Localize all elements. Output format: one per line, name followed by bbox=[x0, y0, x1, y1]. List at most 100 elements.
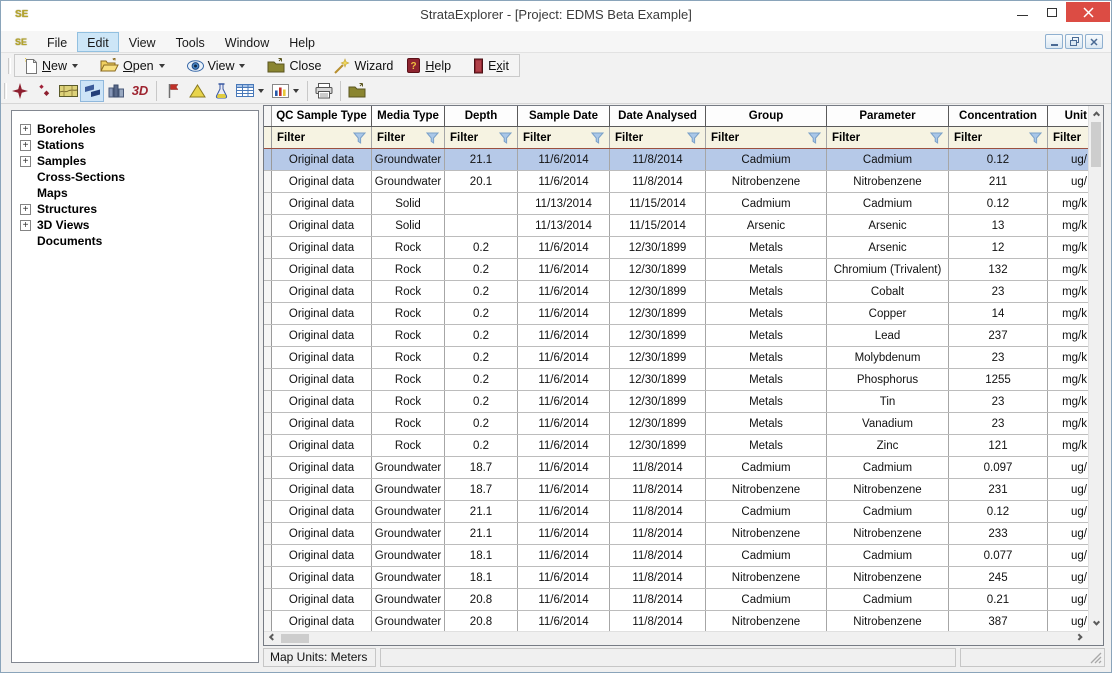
table-row[interactable]: Original dataGroundwater18.111/6/201411/… bbox=[264, 545, 1088, 567]
table-row[interactable]: Original dataRock0.211/6/201412/30/1899M… bbox=[264, 325, 1088, 347]
filter-cell-group[interactable]: Filter bbox=[706, 127, 827, 148]
vertical-scroll-thumb[interactable] bbox=[1091, 122, 1101, 167]
table-row[interactable]: Original dataSolid11/13/201411/15/2014Ar… bbox=[264, 215, 1088, 237]
table-row[interactable]: Original dataGroundwater21.111/6/201411/… bbox=[264, 501, 1088, 523]
table-row[interactable]: Original dataGroundwater20.811/6/201411/… bbox=[264, 611, 1088, 631]
chart-button[interactable] bbox=[268, 80, 292, 102]
filter-funnel-icon[interactable] bbox=[499, 132, 512, 144]
filter-cell-qc-sample-type[interactable]: Filter bbox=[272, 127, 372, 148]
folder-button[interactable] bbox=[345, 80, 369, 102]
data-table-button[interactable] bbox=[233, 80, 257, 102]
view-button[interactable]: View bbox=[181, 57, 252, 75]
filter-cell-concentration[interactable]: Filter bbox=[949, 127, 1048, 148]
maximize-button[interactable] bbox=[1037, 2, 1066, 22]
toolbar-grip[interactable] bbox=[4, 83, 7, 99]
table-row[interactable]: Original dataGroundwater18.711/6/201411/… bbox=[264, 457, 1088, 479]
filter-funnel-icon[interactable] bbox=[426, 132, 439, 144]
triangle-button[interactable] bbox=[185, 80, 209, 102]
expand-plus-icon[interactable]: + bbox=[20, 124, 31, 135]
table-row[interactable]: Original dataGroundwater20.811/6/201411/… bbox=[264, 589, 1088, 611]
table-row[interactable]: Original dataRock0.211/6/201412/30/1899M… bbox=[264, 391, 1088, 413]
horizontal-scrollbar[interactable] bbox=[264, 631, 1088, 645]
filter-funnel-icon[interactable] bbox=[591, 132, 604, 144]
sidebar-item-documents[interactable]: Documents bbox=[12, 233, 258, 249]
scroll-left-button[interactable] bbox=[264, 632, 280, 645]
dropdown-arrow-icon[interactable] bbox=[258, 89, 264, 96]
open-button[interactable]: Open bbox=[94, 56, 171, 75]
sidebar-item-stations[interactable]: +Stations bbox=[12, 137, 258, 153]
column-header-depth[interactable]: Depth bbox=[445, 106, 518, 126]
mdi-restore-button[interactable] bbox=[1065, 34, 1083, 49]
sidebar-item-maps[interactable]: Maps bbox=[12, 185, 258, 201]
menu-view[interactable]: View bbox=[119, 32, 166, 52]
table-row[interactable]: Original dataRock0.211/6/201412/30/1899M… bbox=[264, 347, 1088, 369]
mdi-minimize-button[interactable] bbox=[1045, 34, 1063, 49]
table-row[interactable]: Original dataGroundwater20.111/6/201411/… bbox=[264, 171, 1088, 193]
filter-funnel-icon[interactable] bbox=[808, 132, 821, 144]
expand-plus-icon[interactable]: + bbox=[20, 156, 31, 167]
scroll-down-button[interactable] bbox=[1089, 616, 1103, 631]
scroll-up-button[interactable] bbox=[1089, 106, 1103, 121]
menu-window[interactable]: Window bbox=[215, 32, 279, 52]
scroll-right-button[interactable] bbox=[1072, 632, 1088, 645]
table-row[interactable]: Original dataGroundwater21.111/6/201411/… bbox=[264, 523, 1088, 545]
table-row[interactable]: Original dataRock0.211/6/201412/30/1899M… bbox=[264, 259, 1088, 281]
filter-cell-parameter[interactable]: Filter bbox=[827, 127, 949, 148]
map-button[interactable] bbox=[56, 80, 80, 102]
expand-plus-icon[interactable]: + bbox=[20, 220, 31, 231]
filter-cell-sample-date[interactable]: Filter bbox=[518, 127, 610, 148]
cross-section-button[interactable] bbox=[80, 80, 104, 102]
structures-button[interactable] bbox=[104, 80, 128, 102]
expand-plus-icon[interactable]: + bbox=[20, 140, 31, 151]
flag-button[interactable] bbox=[161, 80, 185, 102]
table-row[interactable]: Original dataSolid11/13/201411/15/2014Ca… bbox=[264, 193, 1088, 215]
filter-cell-depth[interactable]: Filter bbox=[445, 127, 518, 148]
print-button[interactable] bbox=[312, 80, 336, 102]
column-header-qc-sample-type[interactable]: QC Sample Type bbox=[272, 106, 372, 126]
filter-cell-date-analysed[interactable]: Filter bbox=[610, 127, 706, 148]
table-row[interactable]: Original dataRock0.211/6/201412/30/1899M… bbox=[264, 435, 1088, 457]
column-header-media-type[interactable]: Media Type bbox=[372, 106, 445, 126]
dropdown-arrow-icon[interactable] bbox=[293, 89, 299, 96]
filter-funnel-icon[interactable] bbox=[687, 132, 700, 144]
menu-file[interactable]: File bbox=[37, 32, 77, 52]
close-button[interactable] bbox=[1066, 2, 1110, 22]
menu-edit[interactable]: Edit bbox=[77, 32, 119, 52]
table-row[interactable]: Original dataRock0.211/6/201412/30/1899M… bbox=[264, 303, 1088, 325]
filter-cell-unit[interactable]: Filter bbox=[1048, 127, 1088, 148]
flask-button[interactable] bbox=[209, 80, 233, 102]
toolbar-grip[interactable] bbox=[8, 58, 11, 74]
exit-button[interactable]: Exit bbox=[467, 56, 515, 76]
close-project-button[interactable]: Close bbox=[261, 56, 327, 75]
resize-grip-icon[interactable] bbox=[1090, 652, 1102, 664]
new-button[interactable]: New bbox=[19, 56, 84, 76]
table-row[interactable]: Original dataRock0.211/6/201412/30/1899M… bbox=[264, 237, 1088, 259]
table-row[interactable]: Original dataRock0.211/6/201412/30/1899M… bbox=[264, 369, 1088, 391]
mdi-close-button[interactable] bbox=[1085, 34, 1103, 49]
table-row[interactable]: Original dataGroundwater18.711/6/201411/… bbox=[264, 479, 1088, 501]
filter-funnel-icon[interactable] bbox=[930, 132, 943, 144]
filter-funnel-icon[interactable] bbox=[1029, 132, 1042, 144]
table-row[interactable]: Original dataGroundwater21.111/6/201411/… bbox=[264, 149, 1088, 171]
expand-plus-icon[interactable]: + bbox=[20, 204, 31, 215]
filter-cell-media-type[interactable]: Filter bbox=[372, 127, 445, 148]
sidebar-item-3d-views[interactable]: +3D Views bbox=[12, 217, 258, 233]
column-header-sample-date[interactable]: Sample Date bbox=[518, 106, 610, 126]
column-header-concentration[interactable]: Concentration bbox=[949, 106, 1048, 126]
sidebar-item-cross-sections[interactable]: Cross-Sections bbox=[12, 169, 258, 185]
sidebar-item-samples[interactable]: +Samples bbox=[12, 153, 258, 169]
wizard-button[interactable]: Wizard bbox=[327, 56, 399, 76]
menu-tools[interactable]: Tools bbox=[166, 32, 215, 52]
horizontal-scroll-thumb[interactable] bbox=[281, 634, 309, 643]
sample-points-button[interactable] bbox=[32, 80, 56, 102]
help-button[interactable]: ? Help bbox=[399, 56, 457, 75]
menu-help[interactable]: Help bbox=[279, 32, 325, 52]
minimize-button[interactable] bbox=[1008, 2, 1037, 22]
column-header-parameter[interactable]: Parameter bbox=[827, 106, 949, 126]
sidebar-item-boreholes[interactable]: +Boreholes bbox=[12, 121, 258, 137]
column-header-date-analysed[interactable]: Date Analysed bbox=[610, 106, 706, 126]
filter-funnel-icon[interactable] bbox=[353, 132, 366, 144]
3d-views-button[interactable]: 3D bbox=[128, 80, 152, 102]
vertical-scrollbar[interactable] bbox=[1088, 106, 1103, 631]
sidebar-item-structures[interactable]: +Structures bbox=[12, 201, 258, 217]
